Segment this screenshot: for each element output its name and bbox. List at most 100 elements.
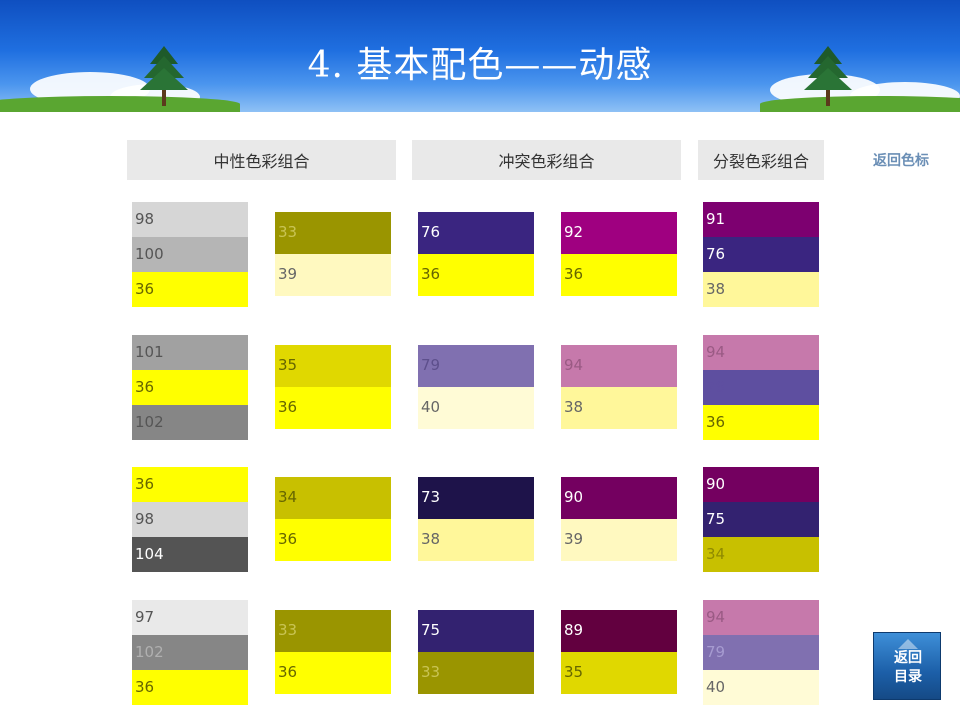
swatch-label: 36 — [135, 280, 155, 298]
color-combination-block: 94 78 36 — [703, 335, 819, 440]
color-swatch: 38 — [418, 519, 534, 561]
swatch-label: 94 — [564, 356, 584, 374]
color-combination-block: 97 102 36 — [132, 600, 248, 705]
swatch-label: 101 — [135, 343, 164, 361]
home-arrow-icon — [898, 639, 918, 649]
swatch-label: 102 — [135, 413, 164, 431]
color-swatch: 36 — [275, 387, 391, 429]
color-swatch: 100 — [132, 237, 248, 272]
color-swatch: 36 — [418, 254, 534, 296]
swatch-label: 79 — [421, 356, 441, 374]
swatch-label: 33 — [278, 621, 298, 639]
color-swatch: 40 — [703, 670, 819, 705]
swatch-label: 97 — [135, 608, 155, 626]
swatch-label: 90 — [564, 488, 584, 506]
color-combination-block: 98 100 36 — [132, 202, 248, 307]
color-swatch: 104 — [132, 537, 248, 572]
color-swatch: 76 — [418, 212, 534, 254]
color-combination-block: 33 36 — [275, 610, 391, 694]
color-swatch: 89 — [561, 610, 677, 652]
swatch-label: 38 — [421, 530, 441, 548]
swatch-label: 76 — [421, 223, 441, 241]
color-combination-block: 33 39 — [275, 212, 391, 296]
color-swatch: 97 — [132, 600, 248, 635]
back-to-contents-button[interactable]: 返回 目录 — [873, 632, 941, 700]
swatch-label: 79 — [706, 643, 726, 661]
grass-decoration — [760, 96, 960, 112]
color-swatch: 36 — [561, 254, 677, 296]
color-swatch: 79 — [418, 345, 534, 387]
swatch-label: 98 — [135, 210, 155, 228]
swatch-label: 98 — [135, 510, 155, 528]
swatch-label: 38 — [564, 398, 584, 416]
color-combination-block: 34 36 — [275, 477, 391, 561]
color-swatch: 36 — [132, 670, 248, 705]
swatch-label: 102 — [135, 643, 164, 661]
nav-button-line1: 返回 — [894, 650, 922, 666]
color-swatch: 73 — [418, 477, 534, 519]
color-swatch: 91 — [703, 202, 819, 237]
header-conflict-combination: 冲突色彩组合 — [412, 140, 681, 180]
swatch-label: 36 — [706, 413, 726, 431]
color-swatch: 36 — [132, 370, 248, 405]
color-swatch: 92 — [561, 212, 677, 254]
color-swatch: 34 — [275, 477, 391, 519]
color-swatch: 78 — [703, 370, 819, 405]
color-swatch: 75 — [418, 610, 534, 652]
color-swatch: 38 — [703, 272, 819, 307]
swatch-label: 90 — [706, 475, 726, 493]
header-neutral-combination: 中性色彩组合 — [127, 140, 396, 180]
color-swatch: 35 — [275, 345, 391, 387]
color-combination-block: 94 79 40 — [703, 600, 819, 705]
swatch-label: 104 — [135, 545, 164, 563]
color-swatch: 90 — [561, 477, 677, 519]
color-swatch: 79 — [703, 635, 819, 670]
color-swatch: 38 — [561, 387, 677, 429]
swatch-label: 40 — [706, 678, 726, 696]
header-banner: 4. 基本配色——动感 — [0, 0, 960, 112]
swatch-label: 34 — [278, 488, 298, 506]
color-swatch: 98 — [132, 502, 248, 537]
swatch-label: 33 — [421, 663, 441, 681]
color-combination-block: 101 36 102 — [132, 335, 248, 440]
color-swatch: 94 — [703, 335, 819, 370]
swatch-label: 34 — [706, 545, 726, 563]
color-combination-block: 35 36 — [275, 345, 391, 429]
page-title: 4. 基本配色——动感 — [307, 45, 653, 86]
header-split-combination: 分裂色彩组合 — [698, 140, 824, 180]
color-swatch: 36 — [275, 519, 391, 561]
swatch-label: 36 — [278, 398, 298, 416]
swatch-label: 39 — [278, 265, 298, 283]
swatch-label: 76 — [706, 245, 726, 263]
color-swatch: 40 — [418, 387, 534, 429]
color-combination-block: 79 40 — [418, 345, 534, 429]
swatch-label: 75 — [706, 510, 726, 528]
color-swatch: 34 — [703, 537, 819, 572]
swatch-label: 36 — [278, 663, 298, 681]
color-swatch: 98 — [132, 202, 248, 237]
color-swatch: 101 — [132, 335, 248, 370]
color-swatch: 33 — [418, 652, 534, 694]
color-swatch: 33 — [275, 212, 391, 254]
color-combination-block: 75 33 — [418, 610, 534, 694]
back-to-color-chart-link[interactable]: 返回色标 — [873, 150, 929, 170]
swatch-label: 91 — [706, 210, 726, 228]
color-swatch: 94 — [561, 345, 677, 387]
swatch-label: 89 — [564, 621, 584, 639]
swatch-label: 33 — [278, 223, 298, 241]
color-swatch: 33 — [275, 610, 391, 652]
color-combination-block: 73 38 — [418, 477, 534, 561]
color-swatch: 36 — [132, 467, 248, 502]
swatch-label: 75 — [421, 621, 441, 639]
color-combination-block: 90 39 — [561, 477, 677, 561]
swatch-label: 40 — [421, 398, 441, 416]
swatch-label: 36 — [135, 475, 155, 493]
nav-button-line2: 目录 — [894, 669, 922, 685]
swatch-label: 35 — [278, 356, 298, 374]
swatch-label: 36 — [278, 530, 298, 548]
swatch-label: 36 — [135, 378, 155, 396]
swatch-label: 94 — [706, 608, 726, 626]
color-swatch: 36 — [275, 652, 391, 694]
swatch-label: 38 — [706, 280, 726, 298]
color-combination-block: 76 36 — [418, 212, 534, 296]
